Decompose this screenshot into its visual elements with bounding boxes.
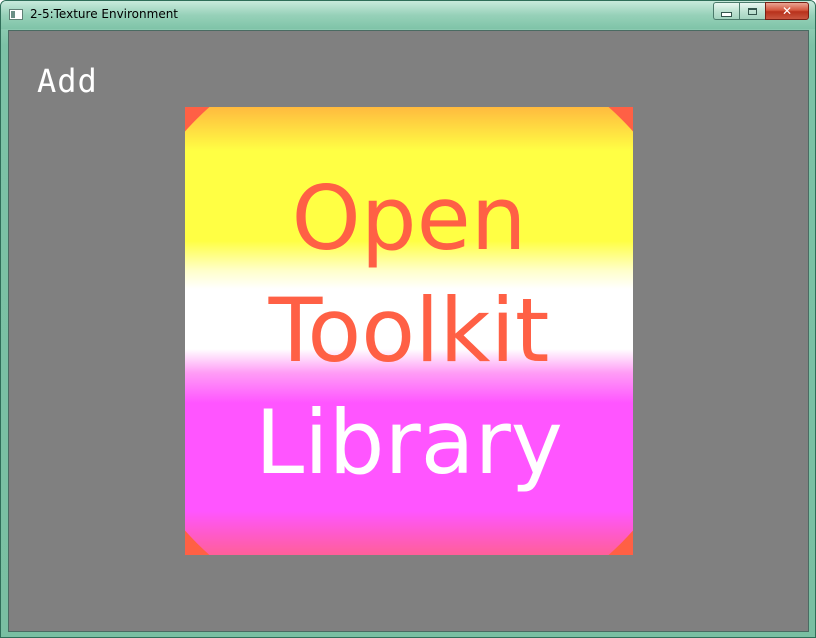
app-window: 2-5:Texture Environment ✕ Add Open Toolk… xyxy=(0,0,816,638)
texture-word-open: Open xyxy=(291,167,527,270)
minimize-icon xyxy=(721,11,732,17)
maximize-button[interactable] xyxy=(739,2,765,20)
title-bar[interactable]: 2-5:Texture Environment ✕ xyxy=(1,1,815,29)
window-title: 2-5:Texture Environment xyxy=(30,7,179,21)
minimize-button[interactable] xyxy=(713,2,739,20)
caption-buttons: ✕ xyxy=(713,2,809,20)
close-button[interactable]: ✕ xyxy=(765,2,809,20)
window-icon[interactable] xyxy=(9,9,23,20)
texture-env-mode-label: Add xyxy=(37,62,98,100)
maximize-icon xyxy=(748,7,757,15)
texture-word-toolkit: Toolkit xyxy=(268,279,550,382)
textured-quad: Open Toolkit Library xyxy=(185,107,633,555)
render-viewport[interactable]: Add Open Toolkit Library xyxy=(8,30,809,632)
texture-word-library: Library xyxy=(255,391,563,494)
close-icon: ✕ xyxy=(781,4,793,18)
